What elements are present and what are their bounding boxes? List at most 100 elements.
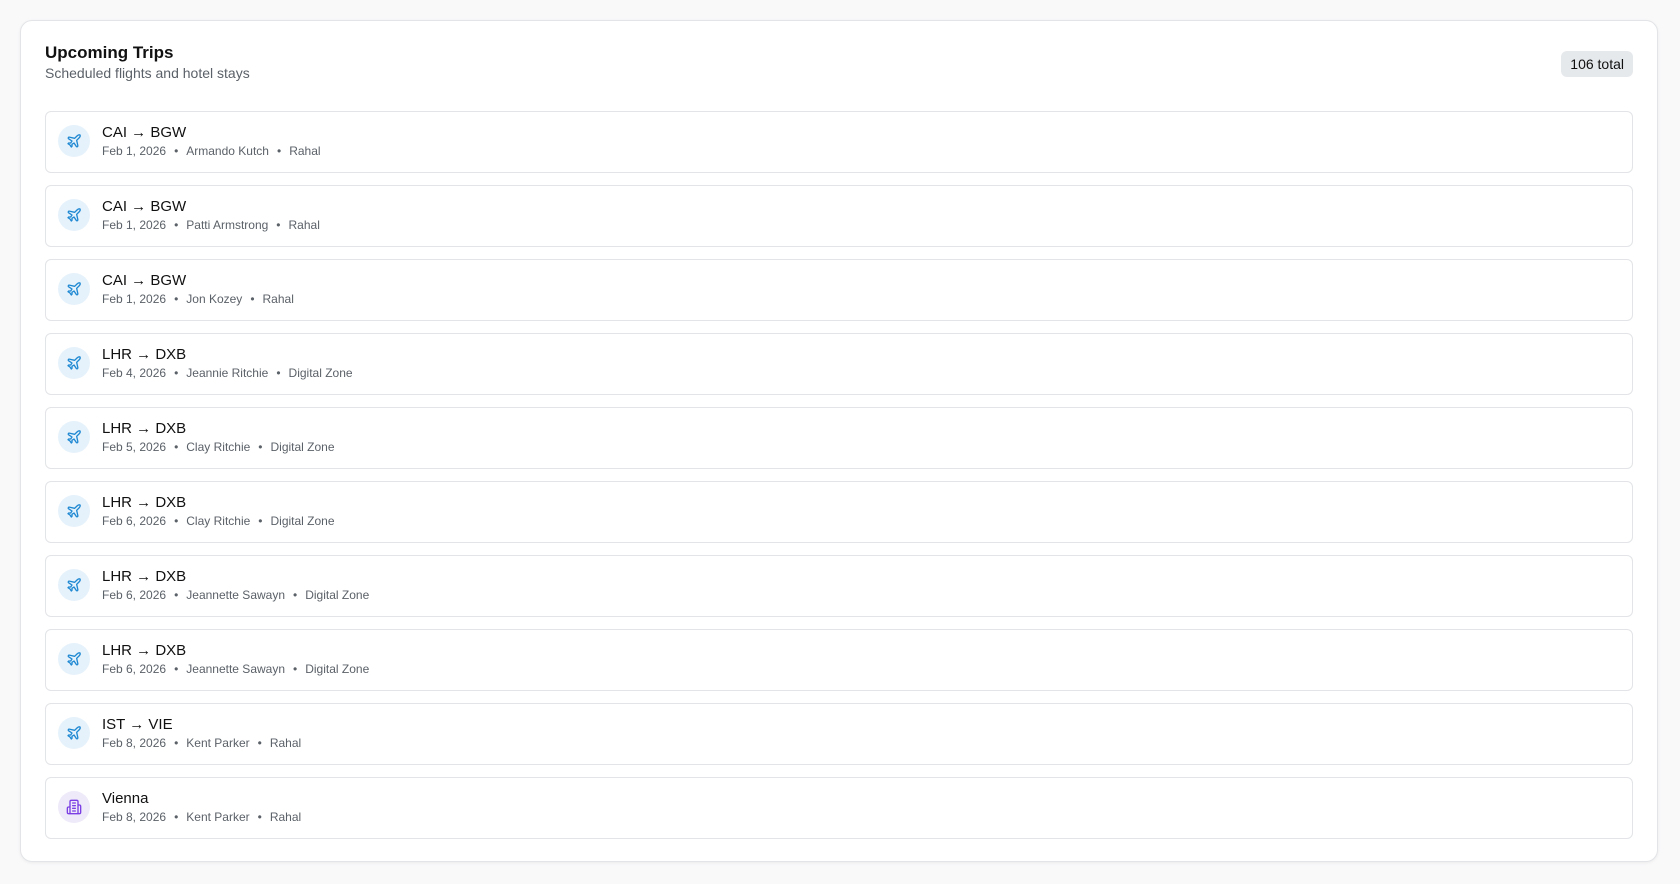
plane-icon — [58, 347, 90, 379]
trip-date: Feb 4, 2026 — [102, 366, 167, 380]
card-title: Upcoming Trips — [45, 43, 174, 62]
trip-list: CAI → BGW Feb 1, 2026 • Armando Kutch • Rahal… — [45, 111, 1633, 851]
trip-company: Rahal — [269, 810, 302, 824]
total-count-badge: 106 total — [1561, 51, 1633, 77]
trip-text: IST → VIE Feb 8, 2026 • Kent Parker • Rahal — [102, 716, 301, 751]
trip-company: Digital Zone — [270, 440, 335, 454]
trip-row[interactable]: LHR → DXB Feb 6, 2026 • Jeannette Sawayn • Di… — [45, 555, 1633, 617]
upcoming-trips-card: Upcoming Trips Scheduled flights and hot… — [20, 20, 1658, 862]
separator-dot: • — [174, 366, 179, 380]
trip-company: Rahal — [269, 736, 302, 750]
separator-dot: • — [293, 662, 298, 676]
trip-row[interactable]: Vienna Feb 8, 2026 • Kent Parker • Rahal — [45, 777, 1633, 839]
separator-dot: • — [174, 218, 179, 232]
trip-date: Feb 6, 2026 — [102, 514, 167, 528]
trip-date: Feb 8, 2026 — [102, 810, 167, 824]
trip-meta: Feb 6, 2026 • Jeannette Sawayn • Digital Zon… — [102, 662, 369, 677]
hotel-icon — [58, 791, 90, 823]
trip-date: Feb 8, 2026 — [102, 736, 167, 750]
trip-traveler: Kent Parker — [186, 810, 250, 824]
trip-text: LHR → DXB Feb 5, 2026 • Clay Ritchie • Digita… — [102, 420, 335, 455]
trip-traveler: Clay Ritchie — [186, 440, 251, 454]
separator-dot: • — [174, 514, 179, 528]
separator-dot: • — [258, 440, 263, 454]
separator-dot: • — [257, 810, 262, 824]
trip-meta: Feb 1, 2026 • Armando Kutch • Rahal — [102, 144, 321, 159]
separator-dot: • — [174, 440, 179, 454]
plane-icon — [58, 643, 90, 675]
separator-dot: • — [174, 588, 179, 602]
trip-traveler: Jeannie Ritchie — [186, 366, 269, 380]
card-header: Upcoming Trips Scheduled flights and hot… — [45, 43, 1633, 83]
trip-text: CAI → BGW Feb 1, 2026 • Patti Armstrong • Rah… — [102, 198, 320, 233]
trip-date: Feb 5, 2026 — [102, 440, 167, 454]
trip-company: Digital Zone — [305, 588, 370, 602]
plane-icon — [58, 569, 90, 601]
separator-dot: • — [174, 736, 179, 750]
trip-text: LHR → DXB Feb 4, 2026 • Jeannie Ritchie • Dig… — [102, 346, 353, 381]
trip-title: IST → VIE — [102, 716, 173, 733]
trip-company: Rahal — [288, 218, 320, 232]
trip-row[interactable]: LHR → DXB Feb 6, 2026 • Jeannette Sawayn • Di… — [45, 629, 1633, 691]
trip-meta: Feb 8, 2026 • Kent Parker • Rahal — [102, 736, 301, 751]
trip-traveler: Armando Kutch — [186, 144, 269, 158]
plane-icon — [58, 717, 90, 749]
trip-traveler: Jon Kozey — [186, 292, 243, 306]
trip-title: LHR → DXB — [102, 420, 187, 437]
trip-text: LHR → DXB Feb 6, 2026 • Jeannette Sawayn • Di… — [102, 642, 369, 677]
trip-meta: Feb 5, 2026 • Clay Ritchie • Digital Zone — [102, 440, 335, 455]
trip-row[interactable]: CAI → BGW Feb 1, 2026 • Armando Kutch • Rahal — [45, 111, 1633, 173]
trip-meta: Feb 1, 2026 • Jon Kozey • Rahal — [102, 292, 294, 307]
trip-title: LHR → DXB — [102, 494, 187, 511]
trip-title: CAI → BGW — [102, 124, 187, 141]
trip-text: LHR → DXB Feb 6, 2026 • Jeannette Sawayn • Di… — [102, 568, 369, 603]
plane-icon — [58, 125, 90, 157]
trip-title: LHR → DXB — [102, 568, 187, 585]
trip-company: Rahal — [289, 144, 321, 158]
trip-traveler: Clay Ritchie — [186, 514, 251, 528]
plane-icon — [58, 495, 90, 527]
trip-date: Feb 6, 2026 — [102, 662, 167, 676]
trip-company: Rahal — [262, 292, 294, 306]
trip-meta: Feb 8, 2026 • Kent Parker • Rahal — [102, 810, 301, 825]
trip-title: LHR → DXB — [102, 642, 187, 659]
separator-dot: • — [258, 514, 263, 528]
trip-traveler: Patti Armstrong — [186, 218, 269, 232]
separator-dot: • — [293, 588, 298, 602]
trip-row[interactable]: CAI → BGW Feb 1, 2026 • Patti Armstrong • Rah… — [45, 185, 1633, 247]
trip-traveler: Jeannette Sawayn — [186, 588, 286, 602]
trip-text: Vienna Feb 8, 2026 • Kent Parker • Rahal — [102, 790, 301, 825]
plane-icon — [58, 421, 90, 453]
separator-dot: • — [257, 736, 262, 750]
trip-traveler: Kent Parker — [186, 736, 250, 750]
trip-title: CAI → BGW — [102, 198, 187, 215]
separator-dot: • — [174, 292, 179, 306]
trip-title: CAI → BGW — [102, 272, 187, 289]
trip-date: Feb 1, 2026 — [102, 292, 167, 306]
trip-row[interactable]: CAI → BGW Feb 1, 2026 • Jon Kozey • Rahal — [45, 259, 1633, 321]
trip-row[interactable]: IST → VIE Feb 8, 2026 • Kent Parker • Rahal — [45, 703, 1633, 765]
trip-row[interactable]: LHR → DXB Feb 4, 2026 • Jeannie Ritchie • Dig… — [45, 333, 1633, 395]
trip-text: CAI → BGW Feb 1, 2026 • Jon Kozey • Rahal — [102, 272, 294, 307]
plane-icon — [58, 199, 90, 231]
trip-row[interactable]: LHR → DXB Feb 5, 2026 • Clay Ritchie • Digita… — [45, 407, 1633, 469]
trip-meta: Feb 1, 2026 • Patti Armstrong • Rahal — [102, 218, 320, 233]
trip-date: Feb 1, 2026 — [102, 144, 167, 158]
trip-meta: Feb 6, 2026 • Clay Ritchie • Digital Zone — [102, 514, 335, 529]
trip-date: Feb 6, 2026 — [102, 588, 167, 602]
separator-dot: • — [276, 366, 281, 380]
trip-meta: Feb 4, 2026 • Jeannie Ritchie • Digital Zone — [102, 366, 353, 381]
separator-dot: • — [174, 662, 179, 676]
trip-company: Digital Zone — [270, 514, 335, 528]
separator-dot: • — [276, 218, 281, 232]
plane-icon — [58, 273, 90, 305]
separator-dot: • — [174, 144, 179, 158]
trip-title: Vienna — [102, 790, 149, 807]
trip-row[interactable]: LHR → DXB Feb 6, 2026 • Clay Ritchie • Digita… — [45, 481, 1633, 543]
trip-traveler: Jeannette Sawayn — [186, 662, 286, 676]
separator-dot: • — [276, 144, 282, 158]
trip-text: LHR → DXB Feb 6, 2026 • Clay Ritchie • Digita… — [102, 494, 335, 529]
card-subtitle: Scheduled flights and hotel stays — [45, 65, 250, 81]
separator-dot: • — [250, 292, 255, 306]
trip-date: Feb 1, 2026 — [102, 218, 167, 232]
